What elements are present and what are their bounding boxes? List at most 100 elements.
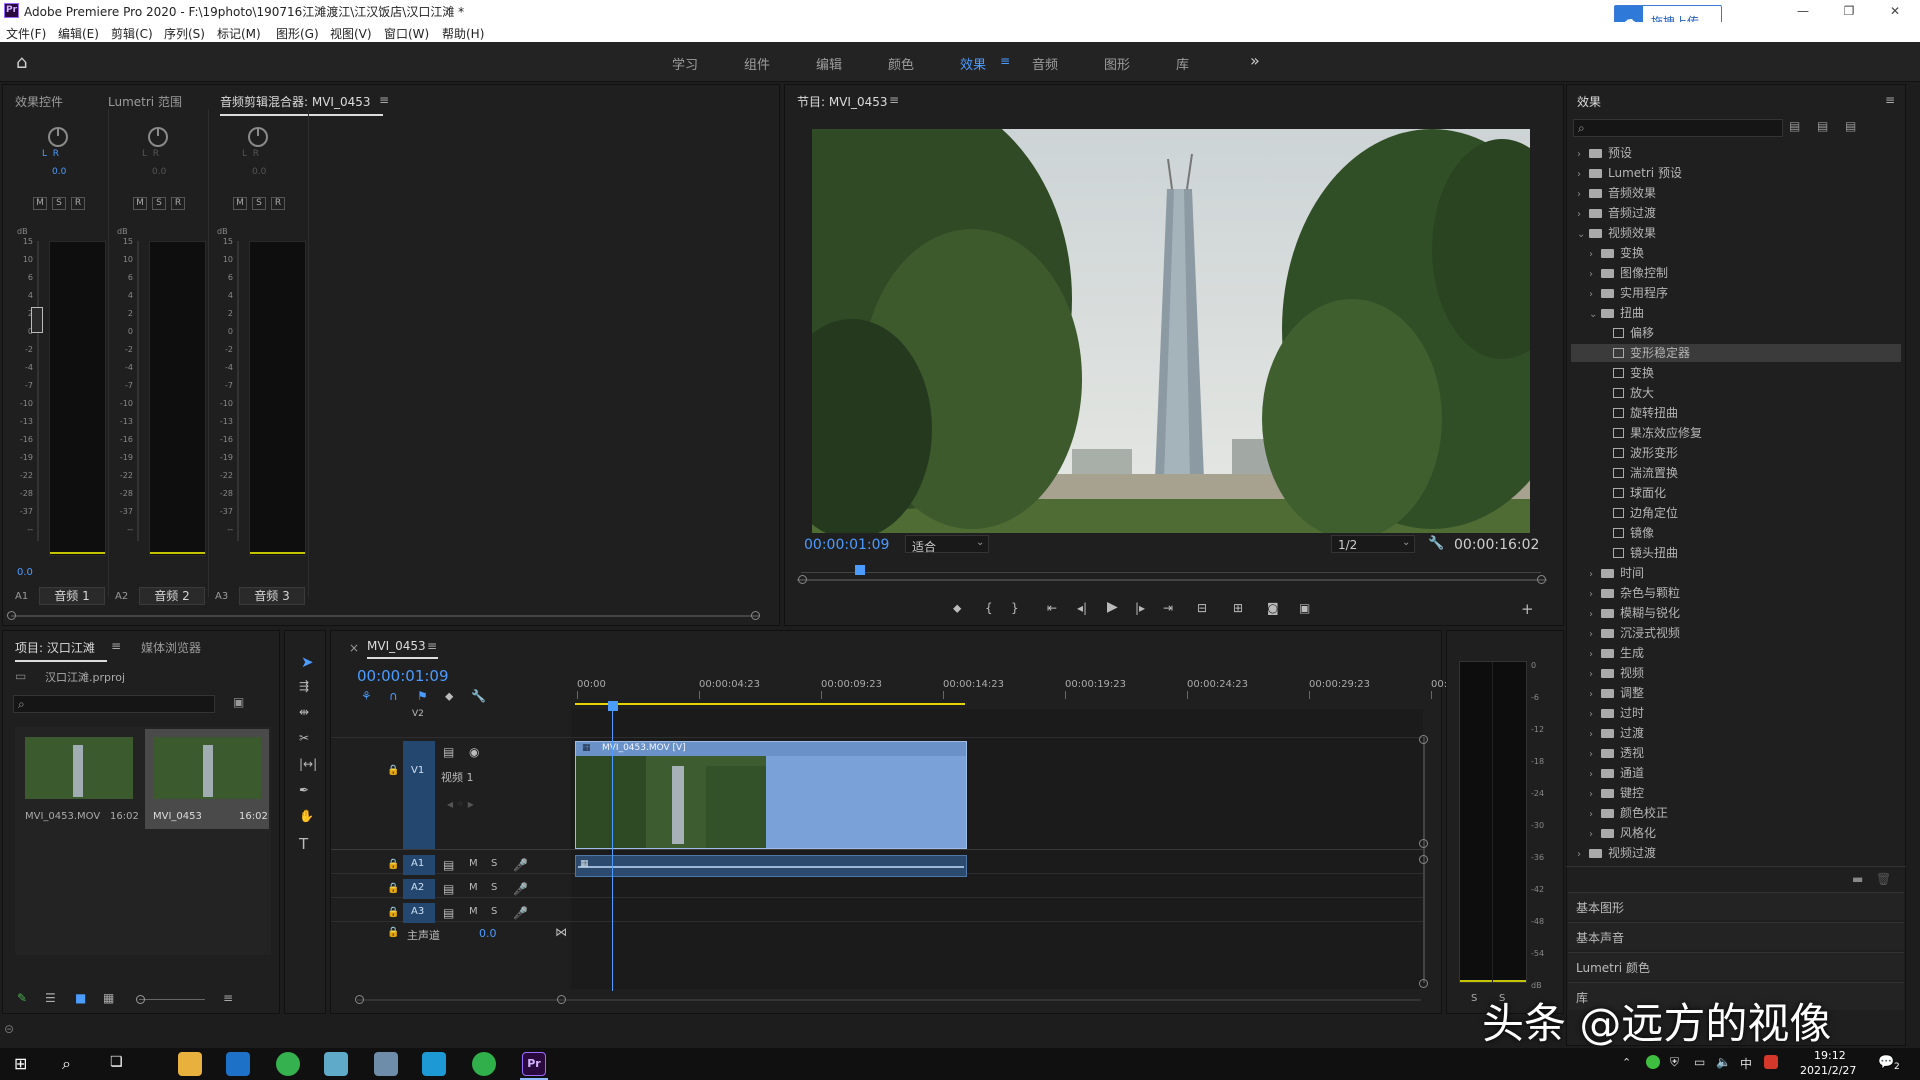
workspace-assembly[interactable]: 组件 <box>744 54 770 73</box>
cloud-app-icon[interactable] <box>422 1052 446 1076</box>
r-button[interactable]: R <box>171 197 185 210</box>
timeline-timecode[interactable]: 00:00:01:09 <box>357 667 449 685</box>
effects-tree-item[interactable]: › 时间 <box>1571 564 1901 582</box>
workspace-graphics[interactable]: 图形 <box>1104 54 1130 73</box>
tray-expand-icon[interactable]: ⌃ <box>1622 1056 1631 1069</box>
effects-tree-item[interactable]: 果冻效应修复 <box>1571 424 1901 442</box>
workspace-editing[interactable]: 编辑 <box>816 54 842 73</box>
effects-tree-item[interactable]: › 音频过渡 <box>1571 204 1901 222</box>
expand-chevron-icon[interactable]: › <box>1589 626 1601 644</box>
effects-tree-item[interactable]: › Lumetri 预设 <box>1571 164 1901 182</box>
effects-tree-item[interactable]: › 生成 <box>1571 644 1901 662</box>
timeline-playhead-line[interactable] <box>612 709 613 991</box>
effects-tree-item[interactable]: ⌄ 视频效果 <box>1571 224 1901 242</box>
sort-icon[interactable]: ≡ <box>223 991 233 1005</box>
pan-knob[interactable] <box>248 127 268 147</box>
zoom-handle-right[interactable] <box>557 995 566 1004</box>
type-tool-icon[interactable]: T <box>299 835 308 853</box>
lock-icon[interactable]: 🔒 <box>387 883 399 894</box>
effects-tree-item[interactable]: 镜头扭曲 <box>1571 544 1901 562</box>
expand-chevron-icon[interactable]: › <box>1589 826 1601 844</box>
clock-date[interactable]: 2021/2/27 <box>1800 1064 1856 1077</box>
scroll-handle[interactable] <box>1419 839 1428 848</box>
tab-sequence[interactable]: MVI_0453 <box>367 639 438 659</box>
track-target[interactable]: A1 <box>403 855 435 875</box>
solo-button[interactable]: S <box>491 858 497 869</box>
expand-chevron-icon[interactable]: › <box>1589 686 1601 704</box>
expand-chevron-icon[interactable]: › <box>1577 146 1589 164</box>
fader-track[interactable] <box>37 241 39 541</box>
r-button[interactable]: R <box>71 197 85 210</box>
fader-track[interactable] <box>137 241 139 541</box>
expand-chevron-icon[interactable]: › <box>1577 846 1589 864</box>
windows-start-icon[interactable]: ⊞ <box>14 1054 27 1073</box>
scroll-handle[interactable] <box>1419 855 1428 864</box>
effects-tree-item[interactable]: › 键控 <box>1571 784 1901 802</box>
menu-clip[interactable]: 剪辑(C) <box>111 25 153 42</box>
pan-knob[interactable] <box>48 127 68 147</box>
step-back-icon[interactable]: ◂| <box>1077 601 1087 615</box>
fader-track[interactable] <box>237 241 239 541</box>
scroll-handle[interactable] <box>1419 735 1428 744</box>
work-area-bar[interactable] <box>575 703 965 705</box>
clock-time[interactable]: 19:12 <box>1814 1049 1846 1062</box>
microphone-icon[interactable]: 🎤 <box>513 882 528 896</box>
ripple-edit-tool-icon[interactable]: ⇹ <box>299 705 309 719</box>
lock-icon[interactable]: 🔒 <box>387 907 399 918</box>
accelerated-effects-icon[interactable]: ▤ <box>1789 119 1800 133</box>
comparison-view-icon[interactable]: ▣ <box>1299 601 1310 615</box>
toggle-sync-icon[interactable]: ▤ <box>443 745 454 759</box>
yuv-effects-icon[interactable]: ▤ <box>1845 119 1856 133</box>
effects-tree-item[interactable]: › 杂色与颗粒 <box>1571 584 1901 602</box>
track-v1-target[interactable]: V1 <box>403 741 435 849</box>
slip-tool-icon[interactable]: |↔| <box>299 757 317 771</box>
prev-keyframe-icon[interactable]: ◂ ◦ ▸ <box>447 797 474 811</box>
shield-icon[interactable]: ⛨ <box>1670 1055 1679 1070</box>
volume-icon[interactable]: 🔈 <box>1716 1055 1731 1069</box>
track-target[interactable]: A2 <box>403 879 435 899</box>
s-button[interactable]: S <box>252 197 266 210</box>
project-menu-icon[interactable]: ≡ <box>111 639 121 653</box>
video-clip[interactable]: ▦ MVI_0453.MOV [V] <box>575 741 967 849</box>
workspace-audio[interactable]: 音频 <box>1032 54 1058 73</box>
scroll-handle-right[interactable] <box>751 611 760 620</box>
expand-chevron-icon[interactable]: › <box>1589 266 1601 284</box>
expand-chevron-icon[interactable]: › <box>1589 566 1601 584</box>
pan-value[interactable]: 0.0 <box>52 167 66 177</box>
expand-chevron-icon[interactable]: › <box>1589 246 1601 264</box>
toggle-sync-icon[interactable]: ▤ <box>443 858 454 872</box>
r-button[interactable]: R <box>271 197 285 210</box>
pan-value[interactable]: 0.0 <box>252 167 266 177</box>
expand-chevron-icon[interactable]: › <box>1577 186 1589 204</box>
effects-tree-item[interactable]: › 变换 <box>1571 244 1901 262</box>
effects-tree-item[interactable]: 变形稳定器 <box>1571 344 1901 362</box>
mail-icon[interactable] <box>226 1052 250 1076</box>
pan-value[interactable]: 0.0 <box>152 167 166 177</box>
master-volume-value[interactable]: 0.0 <box>479 927 497 940</box>
go-to-in-icon[interactable]: ⇤ <box>1047 601 1057 615</box>
track-select-tool-icon[interactable]: ⇶ <box>299 679 309 693</box>
pen-tool-icon[interactable]: ✒ <box>299 783 309 797</box>
effects-tree-item[interactable]: › 通道 <box>1571 764 1901 782</box>
tab-lumetri-scopes[interactable]: Lumetri 范围 <box>108 93 182 110</box>
minimize-button[interactable]: — <box>1788 2 1818 20</box>
linked-selection-icon[interactable]: ⚑ <box>417 689 428 703</box>
s-button[interactable]: S <box>152 197 166 210</box>
button-editor-plus-icon[interactable]: + <box>1521 600 1534 618</box>
mute-button[interactable]: M <box>469 906 478 917</box>
camera-icon[interactable]: ◙ <box>1267 601 1279 615</box>
effects-tree-item[interactable]: › 风格化 <box>1571 824 1901 842</box>
effects-menu-icon[interactable]: ≡ <box>1885 93 1895 107</box>
list-view-icon[interactable]: ☰ <box>45 991 56 1005</box>
expand-chevron-icon[interactable]: › <box>1589 646 1601 664</box>
effects-tree-item[interactable]: 边角定位 <box>1571 504 1901 522</box>
mark-out-icon[interactable]: } <box>1011 601 1019 615</box>
maximize-button[interactable]: ❐ <box>1834 2 1864 20</box>
network-icon[interactable]: ▭ <box>1694 1055 1705 1069</box>
effects-tree-item[interactable]: 放大 <box>1571 384 1901 402</box>
lift-icon[interactable]: ⊟ <box>1197 601 1207 615</box>
expand-chevron-icon[interactable]: › <box>1577 206 1589 224</box>
menu-view[interactable]: 视图(V) <box>330 25 372 42</box>
new-bin-icon[interactable]: ▣ <box>233 695 244 709</box>
panel-menu-icon[interactable]: ≡ <box>379 93 389 107</box>
